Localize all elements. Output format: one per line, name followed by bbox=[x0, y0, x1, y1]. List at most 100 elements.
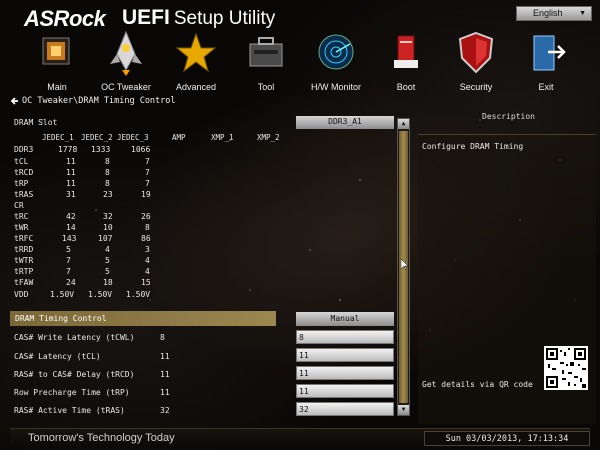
qr-code-icon bbox=[544, 346, 588, 390]
setting-tcl-label[interactable]: CAS# Latency (tCL) bbox=[14, 352, 101, 361]
cell: 18 bbox=[103, 278, 113, 287]
cell: 11 bbox=[66, 168, 76, 177]
mouse-cursor-icon bbox=[401, 259, 409, 271]
setting-trcd-value: 11 bbox=[160, 370, 170, 379]
nav-security[interactable]: Security bbox=[441, 28, 511, 94]
setting-tcwl-label[interactable]: CAS# Write Latency (tCWL) bbox=[14, 333, 134, 342]
cell: 14 bbox=[66, 223, 76, 232]
cell: 11 bbox=[66, 157, 76, 166]
cell: 1778 bbox=[58, 145, 78, 154]
cell: 23 bbox=[103, 190, 113, 199]
cell: 7 bbox=[145, 179, 150, 188]
cell: 42 bbox=[66, 212, 76, 221]
cell: 7 bbox=[145, 168, 150, 177]
row-name: tRFC bbox=[14, 234, 34, 243]
uefi-label: UEFI bbox=[122, 6, 170, 29]
nav-security-label: Security bbox=[459, 82, 493, 92]
dram-slot-label: DRAM Slot bbox=[14, 118, 58, 127]
setting-trcd-input[interactable]: 11 bbox=[296, 366, 394, 380]
col-amp: AMP bbox=[172, 133, 186, 142]
language-select[interactable]: English ▼ bbox=[516, 6, 592, 21]
cell: 4 bbox=[105, 245, 110, 254]
nav-tool-label: Tool bbox=[257, 82, 275, 92]
cell: 31 bbox=[66, 190, 76, 199]
cell: 7 bbox=[145, 157, 150, 166]
description-title: Description bbox=[482, 112, 535, 121]
cell: 7 bbox=[66, 267, 71, 276]
scroll-up-icon[interactable]: ▲ bbox=[398, 119, 409, 129]
cell: 1333 bbox=[91, 145, 111, 154]
datetime-display: Sun 03/03/2013, 17:13:34 bbox=[424, 431, 590, 446]
row-name: tWTR bbox=[14, 256, 34, 265]
nav-main[interactable]: Main bbox=[22, 28, 92, 94]
qr-code-caption: Get details via QR code bbox=[422, 380, 533, 389]
setting-trp-label[interactable]: Row Precharge Time (tRP) bbox=[14, 388, 130, 397]
footer-tagline: Tomorrow's Technology Today bbox=[28, 432, 175, 444]
radar-icon bbox=[318, 34, 354, 70]
language-value: English bbox=[533, 8, 563, 18]
scroll-down-icon[interactable]: ▼ bbox=[398, 405, 409, 415]
row-name: tWR bbox=[14, 223, 29, 232]
nav-main-label: Main bbox=[47, 82, 67, 92]
cell: 8 bbox=[105, 157, 110, 166]
cell: 86 bbox=[141, 234, 151, 243]
col-jedec2: JEDEC_2 bbox=[81, 133, 113, 142]
nav-exit[interactable]: Exit bbox=[511, 28, 581, 94]
cell: 24 bbox=[66, 278, 76, 287]
setup-utility-label: Setup Utility bbox=[173, 8, 276, 29]
cell: 32 bbox=[103, 212, 113, 221]
col-jedec3: JEDEC_3 bbox=[117, 133, 149, 142]
nav-hw-monitor[interactable]: H/W Monitor bbox=[301, 28, 371, 94]
dram-slot-select[interactable]: DDR3_A1 bbox=[296, 116, 394, 129]
uefi-title: UEFI Setup Utility bbox=[122, 6, 275, 30]
nav-oc-tweaker-label: OC Tweaker bbox=[101, 82, 151, 92]
back-arrow-icon[interactable] bbox=[10, 96, 20, 106]
nav-boot[interactable]: Boot bbox=[371, 28, 441, 94]
cell: 8 bbox=[105, 168, 110, 177]
toolbox-icon bbox=[249, 37, 283, 67]
nav-advanced[interactable]: Advanced bbox=[161, 28, 231, 94]
setting-trp-input[interactable]: 11 bbox=[296, 384, 394, 398]
col-jedec1: JEDEC_1 bbox=[42, 133, 74, 142]
col-xmp1: XMP_1 bbox=[211, 133, 234, 142]
setting-trp-value: 11 bbox=[160, 388, 170, 397]
setting-tras-label[interactable]: RAS# Active Time (tRAS) bbox=[14, 406, 125, 415]
nav-hw-monitor-label: H/W Monitor bbox=[310, 82, 361, 92]
nav-boot-label: Boot bbox=[396, 82, 416, 92]
row-name: tRAS bbox=[14, 190, 34, 199]
cell: 15 bbox=[141, 278, 151, 287]
nav-tool[interactable]: Tool bbox=[231, 28, 301, 94]
cell: 1.50V bbox=[126, 290, 151, 299]
row-name: tRP bbox=[14, 179, 29, 188]
cell: 19 bbox=[141, 190, 151, 199]
exit-icon bbox=[533, 35, 566, 71]
row-name: tCL bbox=[14, 157, 29, 166]
setting-trcd-label[interactable]: RAS# to CAS# Delay (tRCD) bbox=[14, 370, 134, 379]
cell: 5 bbox=[66, 245, 71, 254]
timing-mode-select[interactable]: Manual bbox=[296, 312, 394, 326]
main-icon bbox=[42, 37, 70, 65]
main-nav: Main OC Tweaker Advanced Tool H/W Monito… bbox=[22, 28, 580, 94]
cell: 5 bbox=[105, 256, 110, 265]
row-name: DDR3 bbox=[14, 145, 34, 154]
breadcrumb: OC Tweaker\DRAM Timing Control bbox=[22, 96, 176, 106]
setting-tcwl-input[interactable]: 8 bbox=[296, 330, 394, 344]
dram-timing-control-item[interactable]: DRAM Timing Control bbox=[10, 311, 276, 326]
cell: 1066 bbox=[131, 145, 151, 154]
setting-tcl-value: 11 bbox=[160, 352, 170, 361]
rocket-icon bbox=[110, 30, 142, 76]
cell: 10 bbox=[103, 223, 113, 232]
row-name: tFAW bbox=[14, 278, 34, 287]
cell: 1.50V bbox=[88, 290, 113, 299]
chevron-down-icon: ▼ bbox=[579, 10, 586, 17]
cell: 8 bbox=[105, 179, 110, 188]
boot-icon bbox=[394, 35, 418, 68]
setting-tcl-input[interactable]: 11 bbox=[296, 348, 394, 362]
row-name: VDD bbox=[14, 290, 29, 299]
cell: 143 bbox=[62, 234, 77, 243]
cell: 1.50V bbox=[50, 290, 75, 299]
setting-tras-input[interactable]: 32 bbox=[296, 402, 394, 416]
nav-oc-tweaker[interactable]: OC Tweaker bbox=[91, 28, 161, 94]
setting-tcwl-value: 8 bbox=[160, 333, 165, 342]
col-xmp2: XMP_2 bbox=[257, 133, 280, 142]
